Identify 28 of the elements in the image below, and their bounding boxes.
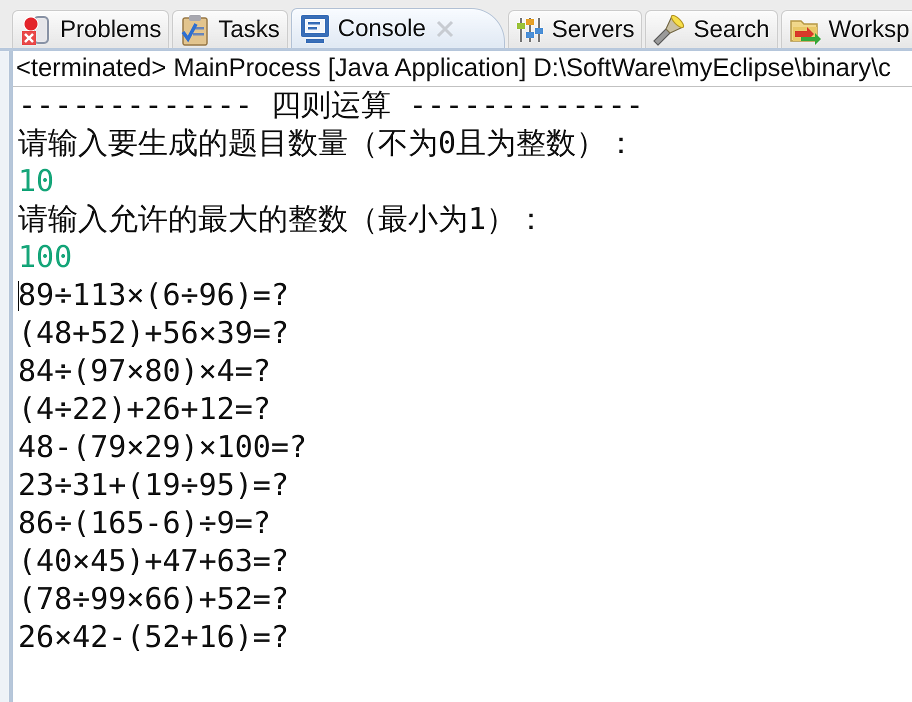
close-icon[interactable]: [436, 20, 454, 38]
flashlight-icon: [653, 14, 686, 46]
error-list-icon: [20, 14, 52, 46]
expression-text: 89÷113×(6÷96)=?: [18, 277, 289, 315]
prompt-text: 请输入要生成的题目数量（不为0且为整数）：: [18, 125, 636, 163]
console-heading: ------------- 四则运算 -------------: [18, 87, 644, 125]
expression-text: 84÷(97×80)×4=?: [18, 353, 271, 391]
expression-text: 23÷31+(19÷95)=?: [18, 467, 289, 505]
sliders-icon: [516, 16, 544, 44]
input-echo-text: 10: [18, 163, 54, 201]
clipboard-check-icon: [180, 14, 210, 46]
monitor-icon: [300, 14, 330, 44]
tab[interactable]: Problems: [12, 10, 170, 48]
expression-text: 26×42-(52+16)=?: [18, 619, 289, 657]
expression-text: (4÷22)+26+12=?: [18, 391, 271, 429]
tab[interactable]: Search: [645, 10, 778, 48]
tab[interactable]: Servers: [508, 10, 642, 48]
prompt-text: 请输入允许的最大的整数（最小为1）：: [18, 201, 546, 239]
tab[interactable]: Worksp: [780, 10, 912, 48]
process-label: <terminated> MainProcess [Java Application] D:\SoftWare\myEclipse\binary\c: [16, 53, 891, 84]
input-echo-text: 100: [18, 239, 72, 277]
expression-text: (40×45)+47+63=?: [18, 543, 289, 581]
expression-text: (48+52)+56×39=?: [18, 315, 289, 353]
tab[interactable]: Tasks: [172, 10, 288, 48]
expression-text: (78÷99×66)+52=?: [18, 581, 289, 619]
tab[interactable]: Console: [290, 8, 505, 48]
expression-text: 86÷(165-6)÷9=?: [18, 505, 271, 543]
expression-text: 48-(79×29)×100=?: [18, 429, 307, 467]
